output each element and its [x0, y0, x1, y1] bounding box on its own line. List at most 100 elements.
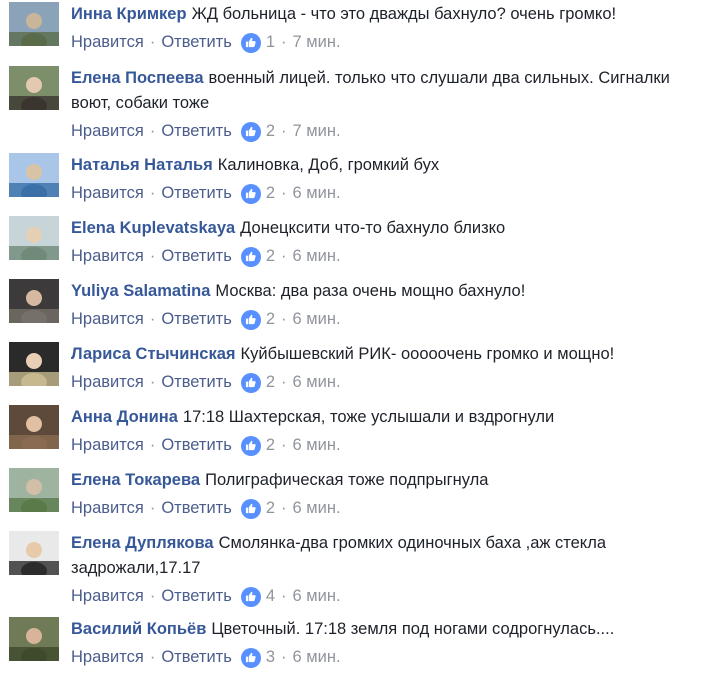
comment-author-link[interactable]: Yuliya Salamatina: [71, 282, 210, 300]
comment-text: 17:18 Шахтерская, тоже услышали и вздрог…: [182, 408, 555, 426]
separator-dot: ·: [149, 247, 156, 265]
avatar[interactable]: [9, 468, 59, 512]
like-count[interactable]: 1: [266, 30, 275, 55]
avatar-photo-icon: [9, 531, 59, 575]
comment-text-line: Elena Kuplevatskaya Донецксити что-то бах…: [71, 216, 693, 241]
comment-body: Наталья Наталья Калиновка, Доб, громкий б…: [71, 153, 693, 206]
like-link[interactable]: Нравится: [71, 433, 144, 458]
like-count[interactable]: 2: [266, 244, 275, 269]
comment-text-line: Лариса Стычинская Куйбышевский РИК- ооооо…: [71, 342, 693, 367]
like-link[interactable]: Нравится: [71, 496, 144, 521]
comment-author-link[interactable]: Василий Копьёв: [71, 620, 206, 638]
avatar[interactable]: [9, 342, 59, 386]
avatar-photo-icon: [9, 617, 59, 661]
comment-body: Инна Кримкер ЖД больница - что это дважды…: [71, 2, 693, 55]
comment-text: Цветочный. 17:18 земля под ногами содрог…: [211, 620, 615, 638]
like-count[interactable]: 2: [266, 119, 275, 144]
comment-timestamp[interactable]: 6 мин.: [293, 370, 341, 395]
thumbs-up-icon[interactable]: [240, 498, 261, 519]
comment-text-line: Елена Дуплякова Смолянка-два громких один…: [71, 531, 693, 581]
comment-actions: Нравится · Ответить 2 · 6 мин.: [71, 496, 693, 521]
thumbs-up-icon[interactable]: [240, 647, 261, 668]
like-link[interactable]: Нравится: [71, 584, 144, 609]
comment-timestamp[interactable]: 6 мин.: [293, 645, 341, 670]
reply-link[interactable]: Ответить: [161, 30, 232, 55]
like-link[interactable]: Нравится: [71, 645, 144, 670]
thumbs-up-icon[interactable]: [240, 586, 261, 607]
comment-timestamp[interactable]: 6 мин.: [293, 496, 341, 521]
reply-link[interactable]: Ответить: [161, 496, 232, 521]
comment-author-link[interactable]: Елена Поспеева: [71, 69, 204, 87]
like-link[interactable]: Нравится: [71, 30, 144, 55]
avatar[interactable]: [9, 2, 59, 46]
like-count[interactable]: 2: [266, 433, 275, 458]
like-count[interactable]: 2: [266, 496, 275, 521]
comment-timestamp[interactable]: 6 мин.: [293, 433, 341, 458]
avatar[interactable]: [9, 617, 59, 661]
like-count[interactable]: 2: [266, 307, 275, 332]
reply-link[interactable]: Ответить: [161, 244, 232, 269]
separator-dot: ·: [281, 648, 287, 666]
like-count[interactable]: 4: [266, 584, 275, 609]
avatar[interactable]: [9, 531, 59, 575]
separator-dot: ·: [149, 648, 156, 666]
thumbs-up-icon[interactable]: [240, 435, 261, 456]
separator-dot: ·: [149, 436, 156, 454]
comment-actions: Нравится · Ответить 4 · 6 мин.: [71, 584, 693, 609]
comment-timestamp[interactable]: 6 мин.: [293, 307, 341, 332]
reply-link[interactable]: Ответить: [161, 370, 232, 395]
like-count[interactable]: 2: [266, 181, 275, 206]
avatar[interactable]: [9, 279, 59, 323]
comment-actions: Нравится · Ответить 2 · 6 мин.: [71, 244, 693, 269]
like-count[interactable]: 2: [266, 370, 275, 395]
thumbs-up-icon[interactable]: [240, 372, 261, 393]
like-link[interactable]: Нравится: [71, 244, 144, 269]
comment-text: Калиновка, Доб, громкий бух: [217, 156, 440, 174]
comment-timestamp[interactable]: 6 мин.: [293, 181, 341, 206]
avatar-photo-icon: [9, 468, 59, 512]
like-link[interactable]: Нравится: [71, 370, 144, 395]
avatar[interactable]: [9, 66, 59, 110]
thumbs-up-icon[interactable]: [240, 309, 261, 330]
comment-author-link[interactable]: Елена Дуплякова: [71, 534, 214, 552]
comment-author-link[interactable]: Елена Токарева: [71, 471, 200, 489]
thumbs-up-icon[interactable]: [240, 183, 261, 204]
comment-timestamp[interactable]: 7 мин.: [293, 30, 341, 55]
separator-dot: ·: [281, 436, 287, 454]
separator-dot: ·: [281, 587, 287, 605]
reply-link[interactable]: Ответить: [161, 645, 232, 670]
reply-link[interactable]: Ответить: [161, 584, 232, 609]
reply-link[interactable]: Ответить: [161, 307, 232, 332]
like-link[interactable]: Нравится: [71, 307, 144, 332]
comment-text: Донецксити что-то бахнуло близко: [240, 219, 506, 237]
comment-actions: Нравится · Ответить 3 · 6 мин.: [71, 645, 693, 670]
comment-author-link[interactable]: Анна Донина: [71, 408, 178, 426]
avatar[interactable]: [9, 216, 59, 260]
thumbs-up-icon[interactable]: [240, 32, 261, 53]
like-count[interactable]: 3: [266, 645, 275, 670]
comment-author-link[interactable]: Наталья Наталья: [71, 156, 213, 174]
thumbs-up-icon[interactable]: [240, 246, 261, 267]
comment-timestamp[interactable]: 6 мин.: [293, 244, 341, 269]
comment-text-line: Василий Копьёв Цветочный. 17:18 земля под…: [71, 617, 693, 642]
like-link[interactable]: Нравится: [71, 119, 144, 144]
reply-link[interactable]: Ответить: [161, 181, 232, 206]
avatar-photo-icon: [9, 153, 59, 197]
separator-dot: ·: [149, 373, 156, 391]
avatar[interactable]: [9, 153, 59, 197]
comment-author-link[interactable]: Elena Kuplevatskaya: [71, 219, 235, 237]
comment-text-line: Анна Донина 17:18 Шахтерская, тоже услыша…: [71, 405, 693, 430]
avatar[interactable]: [9, 405, 59, 449]
comment-actions: Нравится · Ответить 2 · 6 мин.: [71, 370, 693, 395]
comment-actions: Нравится · Ответить 2 · 7 мин.: [71, 119, 693, 144]
reply-link[interactable]: Ответить: [161, 433, 232, 458]
comment-author-link[interactable]: Инна Кримкер: [71, 5, 187, 23]
comment-body: Лариса Стычинская Куйбышевский РИК- ооооо…: [71, 342, 693, 395]
reply-link[interactable]: Ответить: [161, 119, 232, 144]
like-link[interactable]: Нравится: [71, 181, 144, 206]
comment-timestamp[interactable]: 7 мин.: [293, 119, 341, 144]
thumbs-up-icon[interactable]: [240, 121, 261, 142]
comment-text-line: Yuliya Salamatina Москва: два раза очень …: [71, 279, 693, 304]
comment-timestamp[interactable]: 6 мин.: [293, 584, 341, 609]
comment-author-link[interactable]: Лариса Стычинская: [71, 345, 236, 363]
